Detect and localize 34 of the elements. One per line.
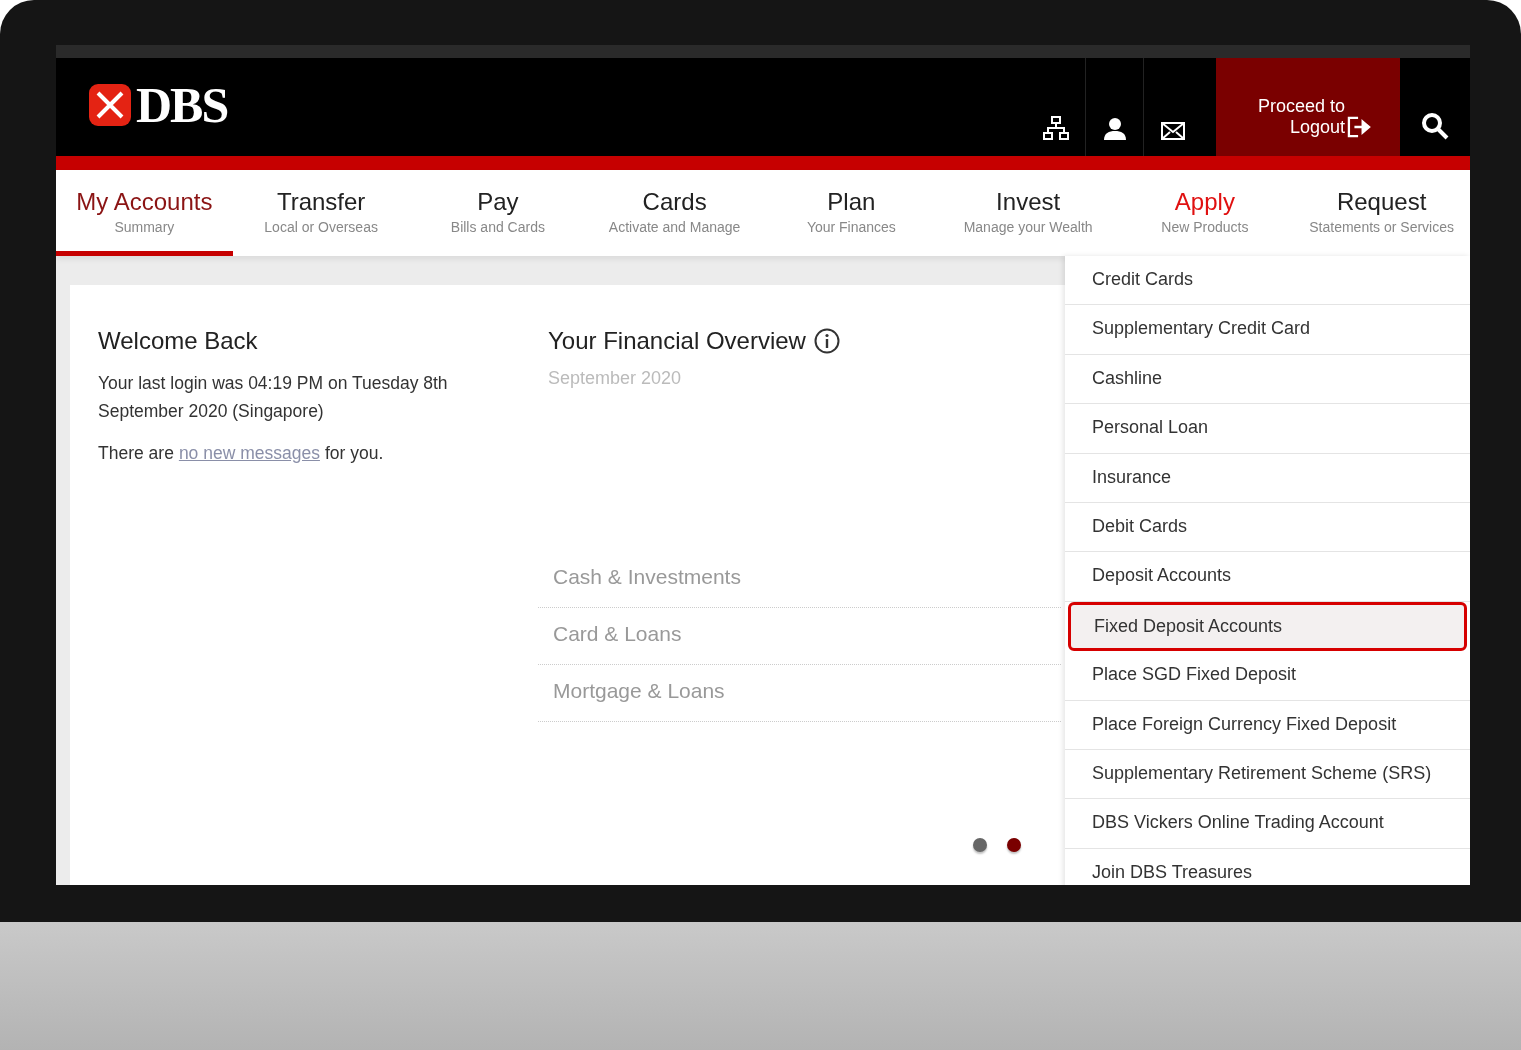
menu-item[interactable]: DBS Vickers Online Trading Account (1065, 799, 1470, 849)
overview-date: September 2020 (548, 368, 683, 389)
menu-item[interactable]: Credit Cards (1065, 256, 1470, 306)
menu-item[interactable]: Fixed Deposit Accounts (1068, 601, 1467, 652)
menu-item[interactable]: Deposit Accounts (1065, 552, 1470, 602)
pager-dot[interactable] (973, 838, 987, 852)
nav-tab[interactable]: Transfer Local or Overseas (232, 170, 410, 256)
messages-text: There are (98, 442, 174, 465)
menu-item[interactable]: Place SGD Fixed Deposit (1065, 651, 1470, 701)
info-icon[interactable] (813, 328, 840, 354)
menu-item[interactable]: Supplementary Retirement Scheme (SRS) (1065, 749, 1470, 800)
nav-tab[interactable]: Invest Manage your Wealth (939, 170, 1117, 256)
menu-item[interactable]: Join DBS Treasures (1065, 848, 1470, 885)
welcome-title: Welcome Back (98, 327, 259, 355)
overview-title: Your Financial Overview (548, 327, 806, 355)
menu-item[interactable]: Insurance (1065, 453, 1470, 503)
menu-item[interactable]: Cashline (1065, 354, 1470, 405)
nav-tab[interactable]: Pay Bills and Cards (409, 170, 587, 256)
logo-icon (88, 83, 132, 127)
menu-item[interactable]: Personal Loan (1065, 404, 1470, 454)
menu-item[interactable]: Supplementary Credit Card (1065, 305, 1470, 355)
nav-tab[interactable]: Apply New Products (1116, 170, 1294, 256)
menu-item[interactable]: Debit Cards (1065, 502, 1470, 553)
last-login-text: Your last login was 04:19 PM on Tuesday 8th September 2020 (Singapore) (98, 372, 449, 423)
logout-button[interactable]: Proceed to Logout (1216, 58, 1400, 156)
nav-tab[interactable]: Request Statements or Services (1293, 170, 1470, 256)
logo-text: DBS (136, 76, 228, 134)
nav-tab[interactable]: My Accounts Summary (56, 170, 233, 256)
nav-tab[interactable]: Cards Activate and Manage (586, 170, 763, 256)
logout-icon (1347, 116, 1371, 138)
messages-text: for you. (324, 442, 384, 465)
nav-tab[interactable]: Plan Your Finances (763, 170, 940, 256)
pager-dot[interactable] (1007, 838, 1021, 852)
menu-item[interactable]: Place Foreign Currency Fixed Deposit (1065, 700, 1470, 750)
